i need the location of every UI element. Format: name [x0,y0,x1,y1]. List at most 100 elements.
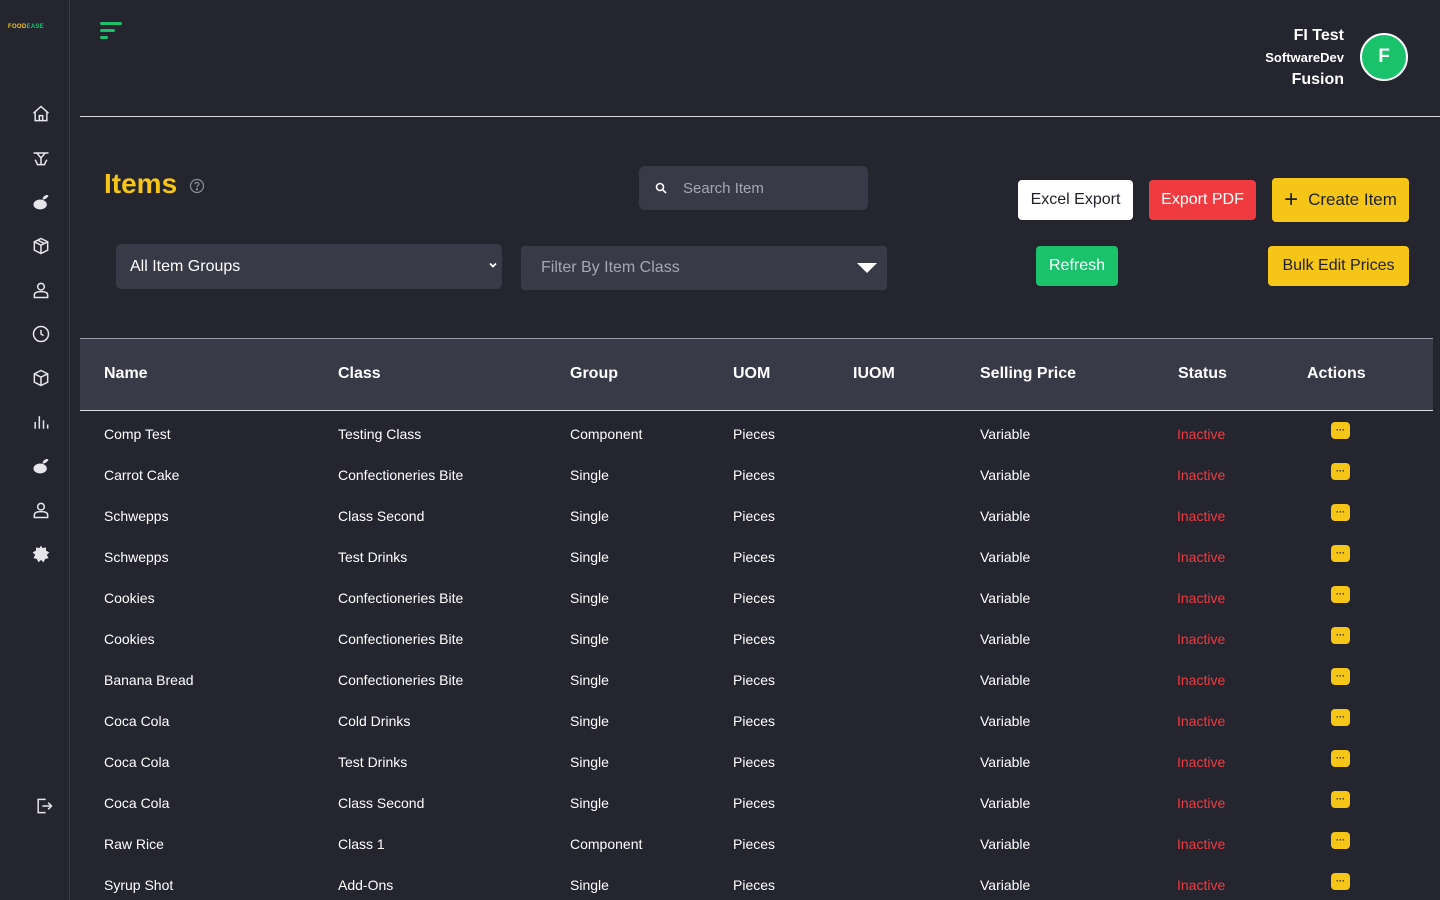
sidebar-item-customers[interactable] [30,279,52,301]
cell-status: Inactive [1177,672,1226,688]
table-row[interactable]: Cookies Confectioneries Bite Single Pieces V… [80,576,1433,617]
cell-name: Raw Rice [104,836,164,852]
cell-name: Coca Cola [104,754,170,770]
cell-name: Syrup Shot [104,877,174,893]
header-uom[interactable]: UOM [733,365,770,383]
table-row[interactable]: Raw Rice Class 1 Component Pieces Variable In… [80,822,1433,863]
sidebar-item-home[interactable] [30,103,52,125]
table-row[interactable]: Coca Cola Test Drinks Single Pieces Variable… [80,740,1433,781]
item-class-placeholder: Filter By Item Class [541,259,680,276]
logout-button[interactable] [33,795,55,817]
cell-name: Cookies [104,590,155,606]
item-class-filter[interactable]: Filter By Item Class [521,246,887,290]
sidebar-item-history[interactable] [30,323,52,345]
cell-name: Coca Cola [104,795,170,811]
header-name[interactable]: Name [104,365,148,383]
item-group-select[interactable]: All Item Groups [116,244,502,289]
table-row[interactable]: Cookies Confectioneries Bite Single Pieces V… [80,617,1433,658]
row-actions-button[interactable]: ··· [1331,750,1350,767]
row-actions-button[interactable]: ··· [1331,668,1350,685]
row-actions-button[interactable]: ··· [1331,873,1350,890]
row-actions-button[interactable]: ··· [1331,545,1350,562]
help-button[interactable] [189,178,205,194]
box-icon [33,237,49,255]
table-row[interactable]: Schwepps Class Second Single Pieces Variable… [80,494,1433,535]
help-icon [189,178,205,194]
sidebar-item-menu[interactable] [30,455,52,477]
table-row[interactable]: Banana Bread Confectioneries Bite Single Pi… [80,658,1433,699]
row-actions-button[interactable]: ··· [1331,627,1350,644]
row-actions-button[interactable]: ··· [1331,422,1350,439]
dropdown-arrow-icon [857,263,877,273]
row-actions-button[interactable]: ··· [1331,709,1350,726]
search-input[interactable] [683,179,853,197]
row-actions-button[interactable]: ··· [1331,832,1350,849]
row-actions-button[interactable]: ··· [1331,463,1350,480]
avatar[interactable]: F [1360,33,1408,81]
menu-toggle-button[interactable] [98,20,124,42]
cell-uom: Pieces [733,672,776,688]
cell-class: Test Drinks [338,549,408,565]
excel-export-button[interactable]: Excel Export [1018,180,1133,220]
cell-uom: Pieces [733,549,776,565]
table-row[interactable]: Carrot Cake Confectioneries Bite Single Pie… [80,453,1433,494]
table-row[interactable]: Syrup Shot Add-Ons Single Pieces Variable Ina… [80,863,1433,900]
table-row[interactable]: Schwepps Test Drinks Single Pieces Variable I… [80,535,1433,576]
logo-text-ease: EASE [26,24,45,30]
row-actions-button[interactable]: ··· [1331,791,1350,808]
cell-selling-price: Variable [980,795,1031,811]
settings-icon [32,545,50,563]
header-iuom[interactable]: IUOM [853,365,895,383]
cell-name: Coca Cola [104,713,170,729]
cell-selling-price: Variable [980,877,1031,893]
cell-group: Single [570,590,609,606]
row-actions-button[interactable]: ··· [1331,586,1350,603]
row-actions-button[interactable]: ··· [1331,504,1350,521]
package-icon [33,369,49,387]
user-subtitle: Fusion [1291,71,1344,88]
cell-status: Inactive [1177,631,1226,647]
create-item-button[interactable]: + Create Item [1272,178,1409,222]
menu-icon [100,22,122,39]
app-logo[interactable]: FOODEASE [8,24,44,30]
sidebar-item-items[interactable] [30,191,52,213]
cell-status: Inactive [1177,754,1226,770]
user-company: SoftwareDev [1265,50,1344,65]
table-row[interactable]: Coca Cola Class Second Single Pieces Variabl… [80,781,1433,822]
cell-group: Single [570,549,609,565]
cell-uom: Pieces [733,754,776,770]
table-row[interactable]: Coca Cola Cold Drinks Single Pieces Variable… [80,699,1433,740]
sidebar-item-settings[interactable] [30,543,52,565]
cell-selling-price: Variable [980,631,1031,647]
logout-icon [37,798,53,814]
header-class[interactable]: Class [338,365,381,383]
cell-status: Inactive [1177,836,1226,852]
cell-class: Test Drinks [338,754,408,770]
cell-name: Schwepps [104,549,169,565]
header-status[interactable]: Status [1178,365,1227,383]
cell-class: Class Second [338,508,425,524]
sidebar-item-stock[interactable] [30,367,52,389]
sidebar-item-inventory[interactable] [30,235,52,257]
sidebar-item-tables[interactable] [30,147,52,169]
cell-selling-price: Variable [980,590,1031,606]
fruit-icon [33,195,49,210]
sidebar-item-staff[interactable] [30,499,52,521]
item-group-selected: All Item Groups [130,257,241,275]
table-row[interactable]: Comp Test Testing Class Component Pieces Var… [80,412,1433,453]
cell-group: Single [570,877,609,893]
dining-table-icon [33,152,49,166]
bar-chart-icon [34,416,49,429]
cell-class: Confectioneries Bite [338,590,464,606]
bulk-edit-prices-button[interactable]: Bulk Edit Prices [1268,246,1409,286]
export-pdf-button[interactable]: Export PDF [1149,180,1256,220]
cell-group: Component [570,426,643,442]
cell-class: Class 1 [338,836,385,852]
cell-class: Confectioneries Bite [338,672,464,688]
header-selling-price[interactable]: Selling Price [980,365,1076,383]
refresh-button[interactable]: Refresh [1036,246,1118,286]
cell-group: Component [570,836,643,852]
sidebar-item-reports[interactable] [30,411,52,433]
header-group[interactable]: Group [570,365,618,383]
cell-uom: Pieces [733,795,776,811]
